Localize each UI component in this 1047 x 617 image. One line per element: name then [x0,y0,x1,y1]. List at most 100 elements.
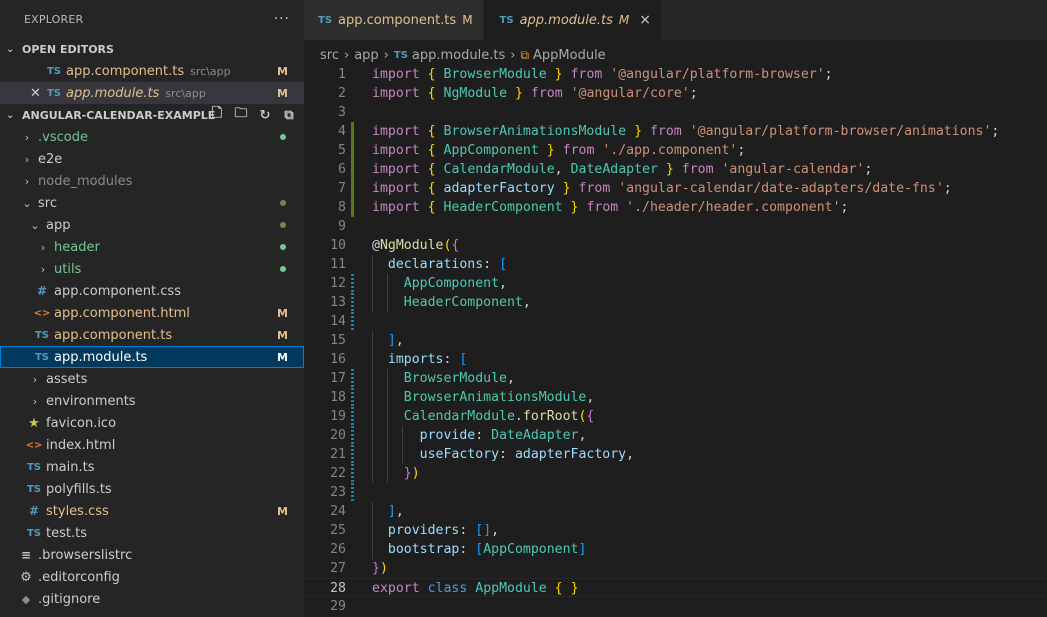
tree-file[interactable]: TS polyfills.ts [0,478,304,500]
code-line[interactable]: 23 [304,483,1047,502]
tree-folder[interactable]: ⌄ src [0,192,304,214]
code-line[interactable]: 17 BrowserModule, [304,369,1047,388]
code-line[interactable]: 19 CalendarModule.forRoot({ [304,407,1047,426]
git-gutter-indicator[interactable] [351,483,354,502]
code-line[interactable]: 24 ], [304,502,1047,521]
tree-file-name: .gitignore [38,591,101,607]
git-gutter-indicator[interactable] [351,122,354,141]
code-text: AppComponent, [403,276,507,291]
new-folder-icon[interactable]: 🗀 [232,106,250,123]
tree-file[interactable]: ⚙ .editorconfig [0,566,304,588]
git-gutter-indicator[interactable] [351,179,354,198]
open-editor-item[interactable]: TS app.component.ts src\app M [0,60,304,82]
close-icon[interactable]: ✕ [30,86,46,101]
code-line[interactable]: 25 providers: [], [304,521,1047,540]
git-icon: ◆ [21,592,31,606]
line-number: 21 [330,447,346,462]
tree-folder[interactable]: › .vscode [0,126,304,148]
git-gutter-indicator[interactable] [351,141,354,160]
git-gutter-indicator[interactable] [351,445,354,464]
css-file-icon: # [28,504,40,518]
new-file-icon[interactable]: 🗋 [208,106,226,123]
code-line[interactable]: 18 BrowserAnimationsModule, [304,388,1047,407]
project-section[interactable]: ⌄ ANGULAR-CALENDAR-EXAMPLE 🗋 🗀 ↻ ⧉ [0,104,304,126]
git-gutter-indicator[interactable] [351,464,354,483]
code-line[interactable]: 15 ], [304,331,1047,350]
code-line[interactable]: 2 import { NgModule } from '@angular/core… [304,84,1047,103]
code-line[interactable]: 11 declarations: [ [304,255,1047,274]
code-text: import { BrowserModule } from '@angular/… [372,67,833,82]
code-line[interactable]: 16 imports: [ [304,350,1047,369]
code-line[interactable]: 21 useFactory: adapterFactory, [304,445,1047,464]
code-text: CalendarModule.forRoot({ [403,409,595,424]
code-line[interactable]: 12 AppComponent, [304,274,1047,293]
tree-file[interactable]: <> index.html [0,434,304,456]
tree-folder[interactable]: › assets [0,368,304,390]
code-line[interactable]: 5 import { AppComponent } from './app.com… [304,141,1047,160]
code-line[interactable]: 9 [304,217,1047,236]
tree-file[interactable]: # styles.css M [0,500,304,522]
code-line[interactable]: 1 import { BrowserModule } from '@angular… [304,65,1047,84]
tree-file-name: index.html [46,437,116,453]
git-gutter-indicator[interactable] [351,293,354,312]
tree-file[interactable]: TS app.module.ts M [0,346,304,368]
git-gutter-indicator[interactable] [351,160,354,179]
code-editor[interactable]: 1 import { BrowserModule } from '@angular… [304,65,1047,616]
code-line[interactable]: 29 [304,597,1047,616]
tree-folder[interactable]: ⌄ app [0,214,304,236]
code-line[interactable]: 8 import { HeaderComponent } from './head… [304,198,1047,217]
code-text: import { HeaderComponent } from './heade… [372,200,849,215]
git-gutter-indicator[interactable] [351,274,354,293]
close-icon[interactable]: × [639,12,651,28]
tree-file[interactable]: ◆ .gitignore [0,588,304,610]
breadcrumb-item[interactable]: app.module.ts [412,48,505,63]
code-line[interactable]: 4 import { BrowserAnimationsModule } from… [304,122,1047,141]
code-line[interactable]: 20 provide: DateAdapter, [304,426,1047,445]
tab-app-component[interactable]: TS app.component.ts M [304,0,484,40]
tree-folder[interactable]: › environments [0,390,304,412]
open-editors-section[interactable]: ⌄ OPEN EDITORS [0,38,304,60]
tree-folder[interactable]: › header [0,236,304,258]
tree-folder[interactable]: › node_modules [0,170,304,192]
tab-app-module[interactable]: TS app.module.ts M × [483,0,662,40]
tree-file[interactable]: ≡ .browserslistrc [0,544,304,566]
git-gutter-indicator[interactable] [351,312,354,331]
tree-file[interactable]: ★ favicon.ico [0,412,304,434]
code-text: }) [403,466,420,481]
more-actions-icon[interactable]: ··· [274,11,290,27]
refresh-icon[interactable]: ↻ [256,107,274,123]
breadcrumb-item[interactable]: src [320,48,339,63]
code-line[interactable]: 26 bootstrap: [AppComponent] [304,540,1047,559]
tree-folder[interactable]: › e2e [0,148,304,170]
code-line[interactable]: 6 import { CalendarModule, DateAdapter } … [304,160,1047,179]
open-editor-item[interactable]: ✕ TS app.module.ts src\app M [0,82,304,104]
tree-file[interactable]: TS app.component.ts M [0,324,304,346]
line-number: 29 [330,599,346,614]
code-line[interactable]: 7 import { adapterFactory } from 'angular… [304,179,1047,198]
breadcrumb-item[interactable]: AppModule [533,48,606,63]
code-line[interactable]: 13 HeaderComponent, [304,293,1047,312]
code-text: BrowserAnimationsModule, [403,390,595,405]
git-gutter-indicator[interactable] [351,426,354,445]
chevron-right-icon: › [40,262,46,276]
tree-file[interactable]: TS test.ts [0,522,304,544]
chevron-right-icon: › [24,152,30,166]
tree-folder[interactable]: › utils [0,258,304,280]
git-gutter-indicator[interactable] [351,407,354,426]
tree-file[interactable]: <> app.component.html M [0,302,304,324]
git-gutter-indicator[interactable] [351,369,354,388]
line-number: 24 [330,504,346,519]
tree-file[interactable]: # app.component.css [0,280,304,302]
code-line[interactable]: 14 [304,312,1047,331]
chevron-right-icon: › [32,372,38,386]
code-line[interactable]: 22 }) [304,464,1047,483]
code-line[interactable]: 27}) [304,559,1047,578]
code-line[interactable]: 10 @NgModule({ [304,236,1047,255]
code-line[interactable]: 28 export class AppModule { } [304,578,1047,597]
tree-file[interactable]: TS main.ts [0,456,304,478]
git-gutter-indicator[interactable] [351,388,354,407]
breadcrumb-item[interactable]: app [354,48,378,63]
git-gutter-indicator[interactable] [351,198,354,217]
code-line[interactable]: 3 [304,103,1047,122]
collapse-all-icon[interactable]: ⧉ [280,107,298,123]
